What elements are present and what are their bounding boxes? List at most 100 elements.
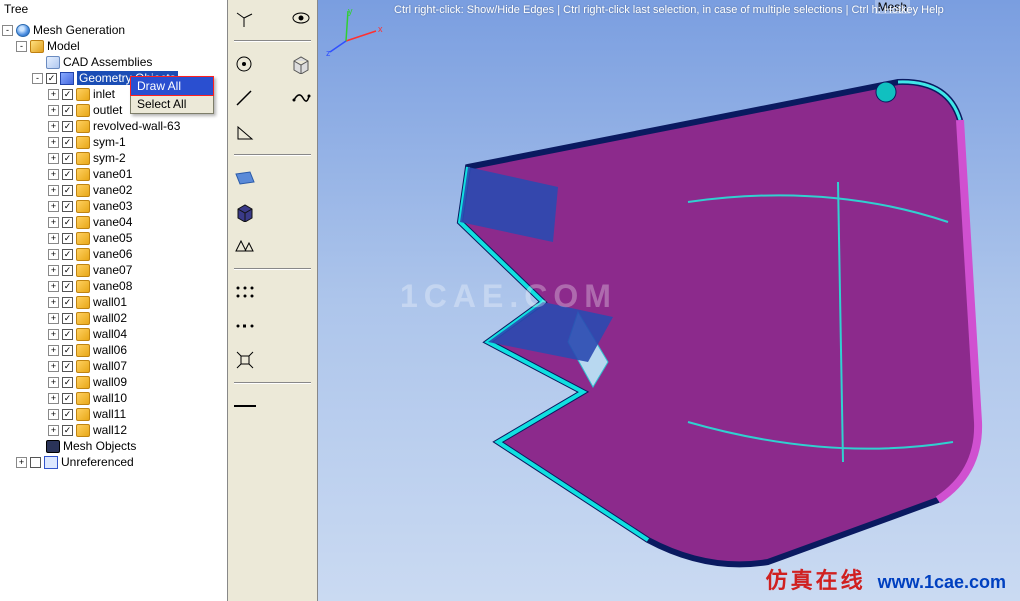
tree-row-part[interactable]: +vane02 [2, 182, 225, 198]
checkbox[interactable] [62, 153, 73, 164]
checkbox[interactable] [62, 281, 73, 292]
sizing-tool[interactable] [234, 235, 256, 257]
viewport-3d[interactable]: Mesh Ctrl right-click: Show/Hide Edges |… [318, 0, 1020, 601]
tree-row-part[interactable]: +vane01 [2, 166, 225, 182]
expand-tool[interactable] [234, 349, 256, 371]
tree-row-root[interactable]: - Mesh Generation [2, 22, 225, 38]
node-grid-tool[interactable] [234, 281, 256, 303]
tree-row-part[interactable]: +sym-2 [2, 150, 225, 166]
plus-icon[interactable]: + [48, 169, 59, 180]
plus-icon[interactable]: + [48, 105, 59, 116]
plus-icon[interactable]: + [48, 393, 59, 404]
plus-icon[interactable]: + [48, 409, 59, 420]
menu-item-select-all[interactable]: Select All [131, 95, 213, 113]
node-line-tool[interactable] [234, 315, 256, 337]
plus-icon[interactable]: + [48, 361, 59, 372]
line-tool[interactable] [234, 87, 255, 109]
plus-icon[interactable]: + [48, 425, 59, 436]
checkbox[interactable] [30, 457, 41, 468]
minus-icon[interactable]: - [16, 41, 27, 52]
tree-row-part[interactable]: +vane05 [2, 230, 225, 246]
dash-tool[interactable] [234, 395, 256, 417]
spline-tool[interactable] [291, 87, 312, 109]
plus-icon[interactable]: + [16, 457, 27, 468]
plus-icon[interactable]: + [48, 89, 59, 100]
tree-row-unreferenced[interactable]: + Unreferenced [2, 454, 225, 470]
checkbox[interactable] [46, 73, 57, 84]
tree-row-cad[interactable]: CAD Assemblies [2, 54, 225, 70]
tree-row-part[interactable]: +revolved-wall-63 [2, 118, 225, 134]
checkbox[interactable] [62, 409, 73, 420]
checkbox[interactable] [62, 393, 73, 404]
checkbox[interactable] [62, 105, 73, 116]
checkbox[interactable] [62, 313, 73, 324]
plus-icon[interactable]: + [48, 233, 59, 244]
minus-icon[interactable]: - [32, 73, 43, 84]
plus-icon[interactable]: + [48, 265, 59, 276]
checkbox[interactable] [62, 169, 73, 180]
tree-row-part[interactable]: +wall07 [2, 358, 225, 374]
checkbox[interactable] [62, 297, 73, 308]
checkbox[interactable] [62, 329, 73, 340]
plus-icon[interactable]: + [48, 249, 59, 260]
tree-row-part[interactable]: + vane04 [2, 214, 225, 230]
checkbox[interactable] [62, 185, 73, 196]
part-icon [76, 408, 90, 421]
plus-icon[interactable]: + [48, 313, 59, 324]
tree-row-part[interactable]: +wall02 [2, 310, 225, 326]
plus-icon[interactable]: + [48, 201, 59, 212]
plus-icon[interactable]: + [48, 185, 59, 196]
tree-row-part[interactable]: +sym-1 [2, 134, 225, 150]
menu-item-draw-all[interactable]: Draw All [130, 76, 214, 96]
checkbox[interactable] [62, 233, 73, 244]
plus-icon[interactable]: + [48, 217, 59, 228]
checkbox[interactable] [62, 249, 73, 260]
checkbox[interactable] [62, 265, 73, 276]
triangle-tool[interactable] [234, 121, 256, 143]
separator [234, 382, 311, 384]
tree-row-part[interactable]: +wall01 [2, 294, 225, 310]
tree-row-part[interactable]: +wall11 [2, 406, 225, 422]
tree-row-part[interactable]: +vane03 [2, 198, 225, 214]
plane-tool[interactable] [234, 167, 256, 189]
separator [234, 268, 311, 270]
plus-icon[interactable]: + [48, 137, 59, 148]
axes-tool[interactable] [234, 7, 255, 29]
tree-row-part[interactable]: +wall10 [2, 390, 225, 406]
checkbox[interactable] [62, 137, 73, 148]
checkbox[interactable] [62, 361, 73, 372]
watermark-bottom: 仿真在线 www.1cae.com [766, 563, 1006, 595]
tree-row-model[interactable]: - Model [2, 38, 225, 54]
tree-row-part[interactable]: +wall09 [2, 374, 225, 390]
tree-row-part[interactable]: +vane06 [2, 246, 225, 262]
plus-icon[interactable]: + [48, 281, 59, 292]
checkbox[interactable] [62, 425, 73, 436]
part-icon [76, 344, 90, 357]
tree-row-mesh-objects[interactable]: Mesh Objects [2, 438, 225, 454]
tree-row-part[interactable]: +wall06 [2, 342, 225, 358]
plus-icon[interactable]: + [48, 297, 59, 308]
checkbox[interactable] [62, 89, 73, 100]
minus-icon[interactable]: - [2, 25, 13, 36]
plus-icon[interactable]: + [48, 153, 59, 164]
checkbox[interactable] [62, 345, 73, 356]
tree-row-part[interactable]: +vane07 [2, 262, 225, 278]
part-icon [76, 392, 90, 405]
checkbox[interactable] [62, 201, 73, 212]
plus-icon[interactable]: + [48, 377, 59, 388]
plus-icon[interactable]: + [48, 345, 59, 356]
tree-row-part[interactable]: +wall12 [2, 422, 225, 438]
plus-icon[interactable]: + [48, 121, 59, 132]
checkbox[interactable] [62, 377, 73, 388]
checkbox[interactable] [62, 217, 73, 228]
tree-row-part[interactable]: +vane08 [2, 278, 225, 294]
point-tool[interactable] [234, 53, 255, 75]
tree-label: vane04 [93, 215, 132, 229]
checkbox[interactable] [62, 121, 73, 132]
plus-icon[interactable]: + [48, 329, 59, 340]
cube-tool[interactable] [234, 201, 256, 223]
tree-label: inlet [93, 87, 115, 101]
eye-tool[interactable] [291, 7, 312, 29]
tree-row-part[interactable]: +wall04 [2, 326, 225, 342]
box-tool[interactable] [291, 53, 312, 75]
